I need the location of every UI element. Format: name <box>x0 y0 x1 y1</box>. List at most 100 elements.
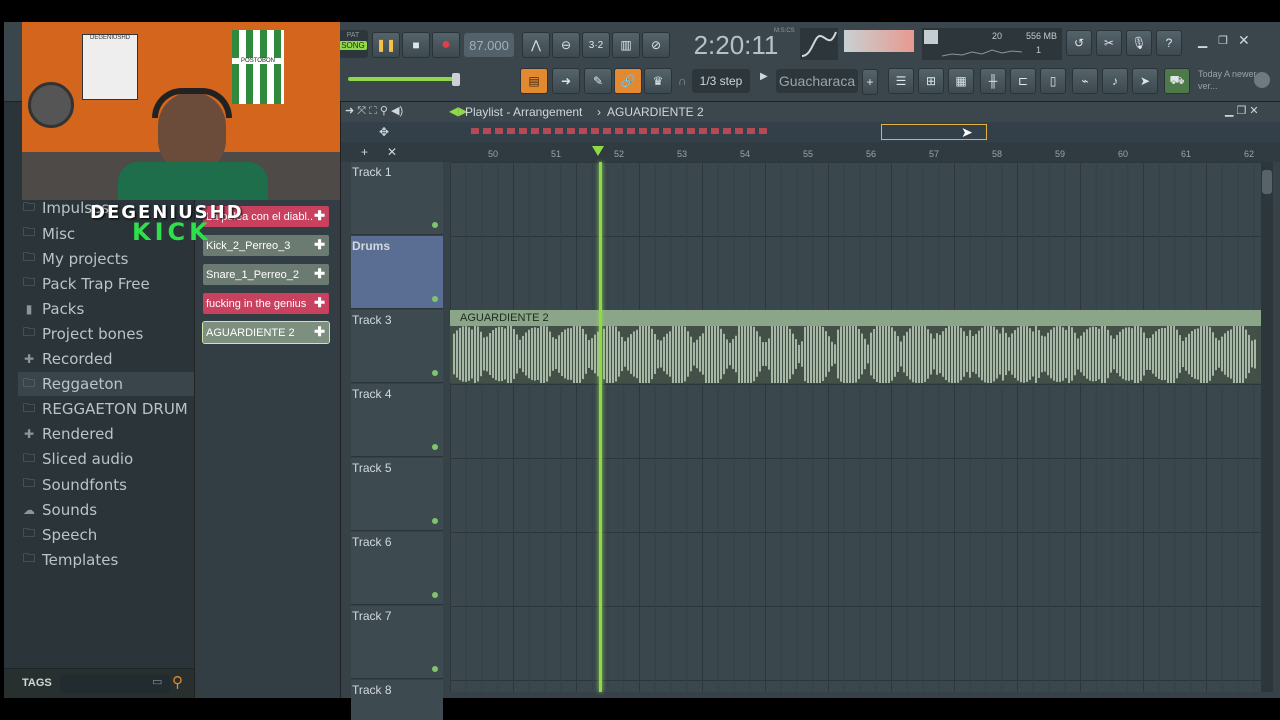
browser-item[interactable]: 🗀 Misc <box>22 222 75 246</box>
minimize-icon[interactable]: ▁ <box>1198 34 1212 48</box>
piano-roll-icon[interactable]: ⊞ <box>918 68 944 94</box>
browser-item[interactable]: 🗀 Pack Trap Free <box>22 272 150 296</box>
track-header[interactable]: Track 8 <box>351 680 443 720</box>
picker-clip[interactable]: Snare_1_Perreo_2 ✚ <box>203 264 329 285</box>
window-controls[interactable]: ▁ ❐ ✕ <box>1225 104 1259 117</box>
webcam-overlay: DEGENIUSHD POSTOBON <box>22 22 340 200</box>
pattern-arrow-icon[interactable]: ▶ <box>760 71 774 91</box>
track-header[interactable]: Track 3 <box>351 310 443 383</box>
track-header[interactable]: Track 5 <box>351 458 443 531</box>
countdown-icon[interactable]: 3·2 <box>582 32 610 58</box>
tool-icons[interactable]: ➜ ⤧ ⛶ ⚲ ◀) <box>345 104 403 118</box>
play-button[interactable]: ❚❚ <box>372 32 400 58</box>
track-enable-led[interactable] <box>432 444 438 450</box>
snap-selector[interactable]: 1/3 step <box>692 69 750 93</box>
track-enable-led[interactable] <box>432 666 438 672</box>
master-volume-handle[interactable] <box>452 73 460 86</box>
track-enable-led[interactable] <box>432 592 438 598</box>
browser-item[interactable]: ☁ Sounds <box>22 498 97 522</box>
overview-bar[interactable]: ✥ ➤ <box>341 122 1280 142</box>
undo-icon[interactable]: ↺ <box>1066 30 1092 56</box>
track-enable-led[interactable] <box>432 518 438 524</box>
browser-item[interactable]: 🗀 Sliced audio <box>22 447 133 471</box>
metronome-icon[interactable]: ⋀ <box>522 32 550 58</box>
folder-icon[interactable]: ▭ <box>152 675 162 688</box>
news-hint[interactable]: Today A newer ver... <box>1198 68 1258 92</box>
news-icon[interactable] <box>1254 72 1270 88</box>
clip-aguardiente[interactable]: AGUARDIENTE 2 <box>450 310 1261 390</box>
playlist-view-icon[interactable]: ▤ <box>520 68 548 94</box>
ruler-number: 51 <box>551 149 562 159</box>
stamp-icon[interactable]: ♛ <box>644 68 672 94</box>
add-track-icon[interactable]: + <box>361 145 368 159</box>
track-header[interactable]: Drums <box>351 236 443 309</box>
remove-icon[interactable]: ✕ <box>387 145 397 159</box>
master-volume-slider[interactable] <box>348 77 454 81</box>
tempo-display[interactable]: 87.000 <box>464 33 514 57</box>
breadcrumb-sep: › <box>597 105 601 119</box>
channel-rack-icon[interactable]: ▦ <box>948 68 974 94</box>
browser-item[interactable]: 🗀 Templates <box>22 548 118 572</box>
record-button[interactable]: ● <box>432 32 460 58</box>
add-clip-icon[interactable]: ✚ <box>314 295 325 311</box>
link-icon[interactable]: 🔗 <box>614 68 642 94</box>
blend-notes-icon[interactable]: ⊘ <box>642 32 670 58</box>
track-enable-led[interactable] <box>432 296 438 302</box>
playlist-icon[interactable]: ☰ <box>888 68 914 94</box>
track-header[interactable]: Track 1 <box>351 162 443 235</box>
step-edit-icon[interactable]: ▥ <box>612 32 640 58</box>
plugin-icon[interactable]: ⌁ <box>1072 68 1098 94</box>
browser-item[interactable]: ✚ Recorded <box>22 347 113 371</box>
pat-song-switch[interactable]: PAT SONG <box>338 30 368 58</box>
browser-item[interactable]: 🗀 Project bones <box>22 322 143 346</box>
maximize-icon[interactable]: ❐ <box>1218 34 1232 48</box>
search-icon[interactable]: ⚲ <box>172 673 183 691</box>
picker-clip[interactable]: Kick_2_Perreo_3 ✚ <box>203 235 329 256</box>
arrow-right-icon[interactable]: ➜ <box>552 68 580 94</box>
ruler-number: 55 <box>803 149 814 159</box>
close-icon[interactable]: ✕ <box>1238 32 1252 48</box>
track-header[interactable]: Track 4 <box>351 384 443 457</box>
move-icon[interactable]: ✥ <box>379 125 389 139</box>
help-icon[interactable]: ? <box>1156 30 1182 56</box>
master-volume-meter <box>844 30 914 52</box>
folder-icon: 🗀 <box>22 526 35 541</box>
stop-button[interactable]: ■ <box>402 32 430 58</box>
add-clip-icon[interactable]: ✚ <box>314 324 325 340</box>
browser-item[interactable]: 🗀 Speech <box>22 523 97 547</box>
browser-item[interactable]: 🗀 REGGAETON DRUM <box>22 397 188 421</box>
browser-icon[interactable]: ⊏ <box>1010 68 1036 94</box>
vertical-scrollbar[interactable] <box>1261 162 1273 692</box>
playhead-marker[interactable] <box>592 146 604 156</box>
pat-label: PAT <box>346 32 360 39</box>
add-clip-icon[interactable]: ✚ <box>314 237 325 253</box>
wait-input-icon[interactable]: ⊖ <box>552 32 580 58</box>
browser-item[interactable]: ✚ Rendered <box>22 422 114 446</box>
scissors-icon[interactable]: ✂ <box>1096 30 1122 56</box>
add-clip-icon[interactable]: ✚ <box>314 208 325 224</box>
track-header[interactable]: Track 7 <box>351 606 443 679</box>
magnet-icon[interactable]: ∩ <box>678 74 687 88</box>
browser-item[interactable]: 🗀 Soundfonts <box>22 473 127 497</box>
browser-item[interactable]: 🗀 Reggaeton <box>18 372 194 397</box>
arrangement-grid[interactable]: AGUARDIENTE 2 <box>450 162 1261 692</box>
export-icon[interactable]: ➤ <box>1132 68 1158 94</box>
track-enable-led[interactable] <box>432 222 438 228</box>
file-icon[interactable]: ▯ <box>1040 68 1066 94</box>
mixer-icon[interactable]: ╫ <box>980 68 1006 94</box>
microphone-icon[interactable]: 🎙 <box>1126 30 1152 56</box>
browser-item[interactable]: 🗀 My projects <box>22 247 128 271</box>
track-header[interactable]: Track 6 <box>351 532 443 605</box>
browser-item[interactable]: ▮ Packs <box>22 297 85 321</box>
track-enable-led[interactable] <box>432 370 438 376</box>
picker-clip[interactable]: AGUARDIENTE 2 ✚ <box>202 321 330 344</box>
pattern-selector[interactable]: Guacharaca <box>776 69 858 93</box>
tempo-tap-icon[interactable]: ♪ <box>1102 68 1128 94</box>
add-pattern-icon[interactable]: + <box>862 69 878 95</box>
picker-clip[interactable]: fucking in the genius ✚ <box>203 293 329 314</box>
draw-icon[interactable]: ✎ <box>584 68 612 94</box>
timeline-ruler[interactable]: + ✕ 50 51 52 53 54 55 56 57 58 59 60 61 62 <box>341 142 1280 162</box>
shop-icon[interactable]: ⛟ <box>1164 68 1190 94</box>
add-clip-icon[interactable]: ✚ <box>314 266 325 282</box>
breadcrumb-item[interactable]: AGUARDIENTE 2 <box>607 105 704 119</box>
